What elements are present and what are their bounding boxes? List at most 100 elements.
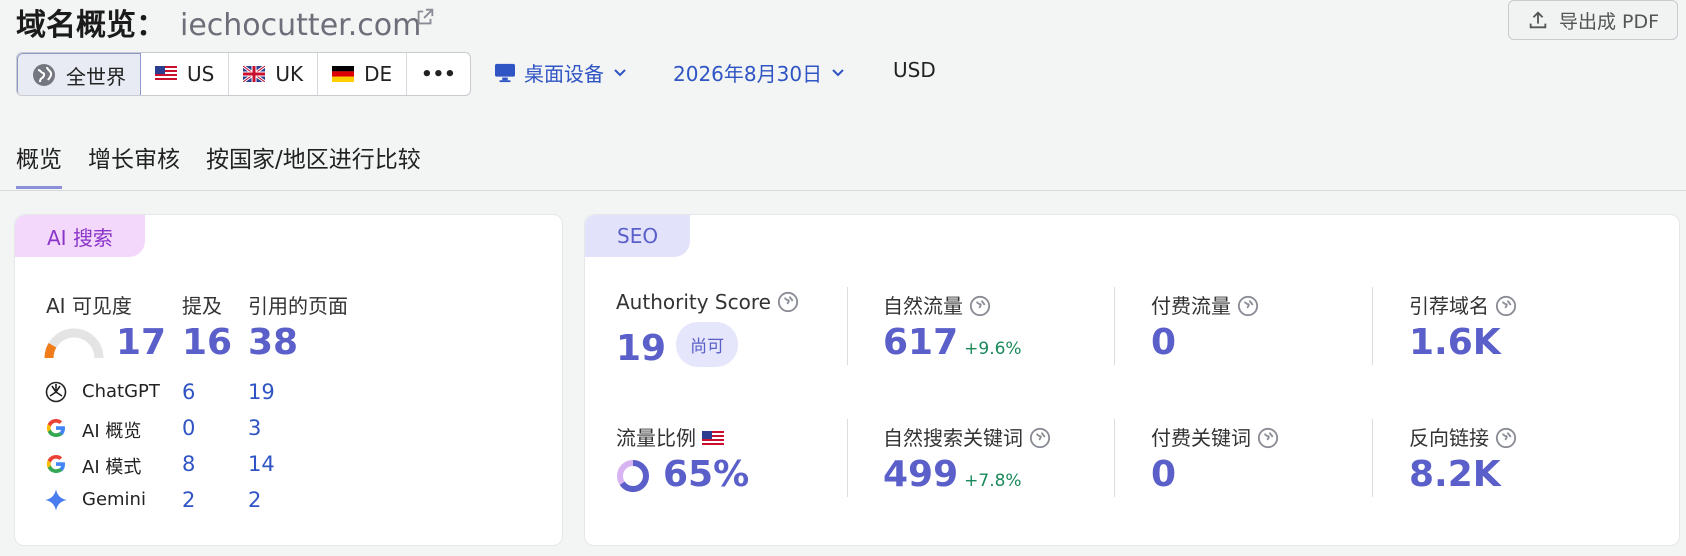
traffic-share-donut — [617, 460, 649, 492]
paid-keywords-text: 付费关键词 — [1151, 426, 1251, 450]
organic-keywords-text: 自然搜索关键词 — [883, 426, 1023, 450]
authority-score-number: 19 — [616, 328, 667, 369]
seo-card: SEO Authority Score 19 尚可 自然流量 617 +9.6% 付… — [584, 214, 1680, 546]
authority-score-text: Authority Score — [616, 290, 771, 314]
cited-pages-value: 38 — [248, 322, 299, 363]
device-label: 桌面设备 — [524, 62, 604, 86]
ai-platform-name: AI 模式 — [82, 457, 142, 478]
referring-domains-label: 引荐域名 — [1409, 290, 1517, 319]
device-dropdown[interactable]: 桌面设备 — [494, 58, 628, 87]
info-globe-icon[interactable] — [1495, 427, 1517, 449]
region-selector: 全世界 US UK DE ••• — [16, 52, 471, 96]
globe-icon — [33, 64, 55, 86]
organic-traffic-number: 617 — [883, 322, 959, 363]
paid-traffic-label: 付费流量 — [1151, 290, 1259, 319]
flag-us-icon — [155, 66, 177, 82]
chatgpt-icon — [45, 381, 67, 403]
mentions-value: 16 — [182, 322, 233, 363]
more-icon: ••• — [421, 63, 456, 85]
region-label: 全世界 — [66, 64, 126, 89]
info-globe-icon[interactable] — [969, 295, 991, 317]
export-pdf-button[interactable]: 导出成 PDF — [1508, 0, 1678, 40]
organic-traffic-value[interactable]: 617 +9.6% — [883, 322, 1022, 363]
visibility-gauge — [44, 328, 104, 359]
organic-traffic-label: 自然流量 — [883, 290, 991, 319]
desktop-icon — [495, 63, 515, 82]
region-label: UK — [275, 62, 304, 86]
chevron-down-icon — [832, 68, 844, 76]
authority-score-label: Authority Score — [616, 290, 799, 314]
date-dropdown[interactable]: 2026年8月30日 — [673, 58, 846, 87]
referring-domains-value[interactable]: 1.6K — [1409, 322, 1501, 363]
organic-keywords-label: 自然搜索关键词 — [883, 422, 1051, 451]
ai-platform-name: AI 概览 — [82, 421, 142, 442]
info-globe-icon[interactable] — [1029, 427, 1051, 449]
tab-growth-audit[interactable]: 增长审核 — [88, 140, 180, 189]
ai-search-card: AI 搜索 AI 可见度 提及 引用的页面 17 16 38 ChatGPT 6… — [14, 214, 563, 546]
ai-platform-mentions[interactable]: 0 — [182, 416, 195, 440]
tab-overview[interactable]: 概览 — [16, 140, 62, 189]
ai-platform-pages[interactable]: 14 — [248, 452, 275, 476]
divider — [1372, 287, 1373, 365]
organic-traffic-text: 自然流量 — [883, 294, 963, 318]
paid-keywords-value[interactable]: 0 — [1151, 454, 1176, 495]
page-title: 域名概览： iechocutter.com — [16, 0, 421, 44]
chevron-down-icon — [614, 68, 626, 76]
flag-us-icon — [702, 431, 724, 447]
region-uk[interactable]: UK — [229, 53, 319, 95]
info-globe-icon[interactable] — [777, 291, 799, 313]
paid-traffic-value[interactable]: 0 — [1151, 322, 1176, 363]
region-label: US — [187, 62, 215, 86]
divider — [1372, 419, 1373, 497]
divider — [847, 287, 848, 365]
authority-score-value: 19 尚可 — [616, 322, 739, 369]
backlinks-value[interactable]: 8.2K — [1409, 454, 1501, 495]
ai-platform-mentions[interactable]: 8 — [182, 452, 195, 476]
upload-icon — [1529, 11, 1547, 29]
visibility-gauge-fill — [44, 342, 57, 359]
ai-platform-mentions[interactable]: 6 — [182, 380, 195, 404]
region-us[interactable]: US — [141, 53, 230, 95]
date-label: 2026年8月30日 — [673, 62, 823, 86]
paid-keywords-label: 付费关键词 — [1151, 422, 1279, 451]
organic-keywords-number: 499 — [883, 454, 959, 495]
authority-badge: 尚可 — [676, 322, 739, 367]
seo-tag: SEO — [585, 215, 691, 257]
info-globe-icon[interactable] — [1237, 295, 1259, 317]
traffic-share-label: 流量比例 — [616, 422, 724, 451]
backlinks-text: 反向链接 — [1409, 426, 1489, 450]
ai-platform-name: Gemini — [82, 489, 146, 510]
traffic-share-value: 65% — [663, 454, 750, 495]
cited-pages-label: 引用的页面 — [248, 294, 348, 318]
organic-keywords-value[interactable]: 499 +7.8% — [883, 454, 1022, 495]
traffic-share-text: 流量比例 — [616, 426, 696, 450]
ai-platform-pages[interactable]: 3 — [248, 416, 261, 440]
ai-visibility-value: 17 — [116, 322, 167, 363]
info-globe-icon[interactable] — [1495, 295, 1517, 317]
external-link-icon[interactable] — [414, 6, 436, 28]
divider — [1114, 419, 1115, 497]
region-label: DE — [364, 62, 393, 86]
currency-selector[interactable]: USD — [893, 58, 936, 82]
domain-name[interactable]: iechocutter.com — [180, 8, 421, 43]
referring-domains-text: 引荐域名 — [1409, 294, 1489, 318]
flag-de-icon — [332, 66, 355, 82]
organic-keywords-change: +7.8% — [964, 471, 1022, 491]
paid-traffic-text: 付费流量 — [1151, 294, 1231, 318]
ai-platform-name: ChatGPT — [82, 381, 160, 402]
region-more-button[interactable]: ••• — [407, 53, 470, 95]
tab-compare-by-country[interactable]: 按国家/地区进行比较 — [206, 140, 421, 189]
ai-platform-pages[interactable]: 2 — [248, 488, 261, 512]
main-tabs: 概览 增长审核 按国家/地区进行比较 — [16, 140, 421, 189]
region-de[interactable]: DE — [318, 53, 408, 95]
ai-platform-mentions[interactable]: 2 — [182, 488, 195, 512]
google-icon — [46, 455, 65, 473]
organic-traffic-change: +9.6% — [964, 339, 1022, 359]
google-icon — [46, 419, 65, 437]
ai-platform-pages[interactable]: 19 — [248, 380, 275, 404]
flag-uk-icon — [243, 66, 266, 82]
ai-visibility-label: AI 可见度 — [46, 294, 132, 318]
region-worldwide[interactable]: 全世界 — [17, 53, 141, 95]
info-globe-icon[interactable] — [1257, 427, 1279, 449]
tab-divider — [0, 190, 1686, 191]
